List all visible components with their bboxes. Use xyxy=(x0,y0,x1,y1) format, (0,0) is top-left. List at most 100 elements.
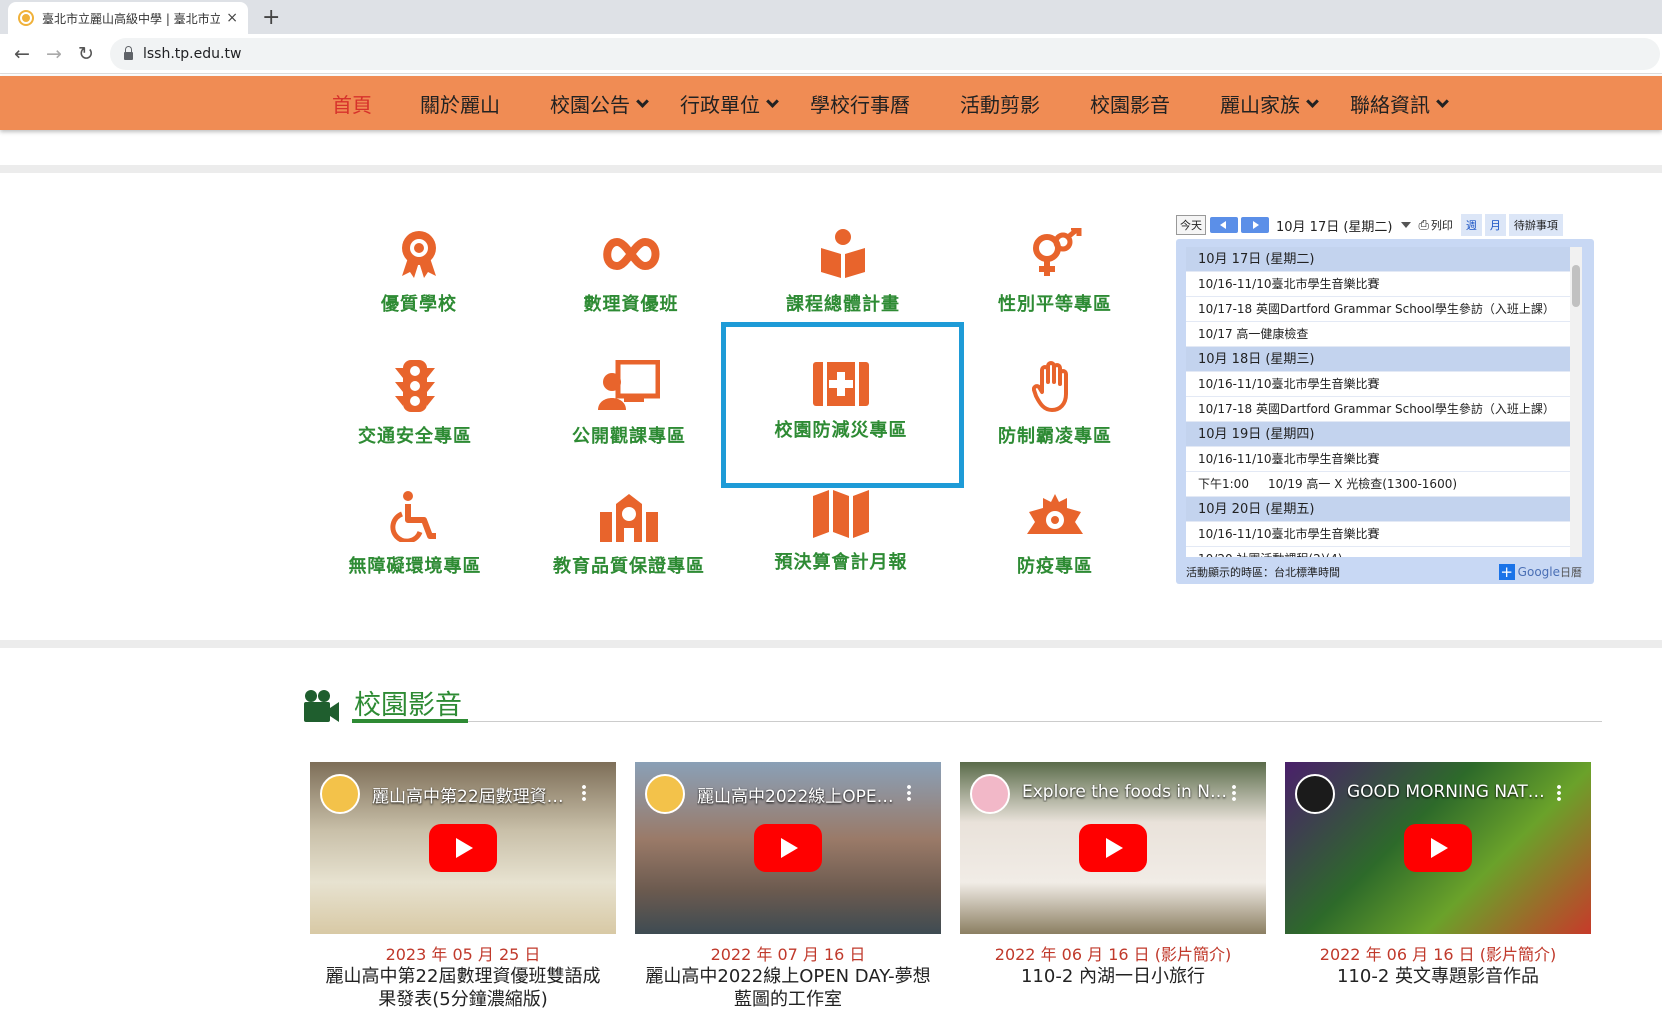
play-button-icon[interactable] xyxy=(1404,824,1472,872)
agenda-event[interactable]: 10/20 社團活動課程(2)(4) xyxy=(1186,547,1570,557)
video-thumbnail[interactable]: 麗山高中2022線上OPEN DAY-夢想藍圖的工作室 xyxy=(635,762,941,934)
video-date: 2023 年 05 月 25 日 xyxy=(385,945,541,964)
tab-month[interactable]: 月 xyxy=(1484,214,1506,236)
quicklink-budget-report[interactable]: 預決算會計月報 xyxy=(746,490,936,574)
quicklink-epidemic-prevention[interactable]: 防疫專區 xyxy=(960,490,1150,578)
back-icon[interactable]: ← xyxy=(8,40,36,68)
video-caption[interactable]: 麗山高中2022線上OPEN DAY-夢想藍圖的工作室 xyxy=(635,965,941,1011)
quicklink-anti-bullying[interactable]: 防制霸凌專區 xyxy=(960,360,1150,448)
nav-family[interactable]: 麗山家族 xyxy=(1220,89,1319,118)
new-tab-icon[interactable]: + xyxy=(262,5,280,30)
address-bar[interactable]: lssh.tp.edu.tw xyxy=(110,38,1660,70)
quicklink-curriculum[interactable]: 課程總體計畫 xyxy=(748,228,938,316)
book-reader-icon xyxy=(821,229,865,278)
quicklink-gender-equality[interactable]: 性別平等專區 xyxy=(960,228,1150,316)
video-thumbnail[interactable]: GOOD MORNING NATURAL ITINERARY xyxy=(1285,762,1591,934)
nav-media[interactable]: 校園影音 xyxy=(1090,89,1170,118)
event-title: 10/19 高一 X 光檢查(1300-1600) xyxy=(1268,477,1458,491)
play-button-icon[interactable] xyxy=(1079,824,1147,872)
section-divider xyxy=(0,165,1662,173)
nav-calendar[interactable]: 學校行事曆 xyxy=(810,89,910,118)
agenda-event[interactable]: 10/17 高一健康檢查 xyxy=(1186,322,1570,347)
date-dropdown-icon[interactable] xyxy=(1400,222,1411,228)
video-caption[interactable]: 110-2 英文專題影音作品 xyxy=(1285,965,1591,988)
prev-arrow-icon[interactable] xyxy=(1210,217,1238,233)
highlight-box xyxy=(721,322,964,488)
agenda-day-header: 10月 20日 (星期五) xyxy=(1186,497,1570,522)
agenda-event[interactable]: 10/17-18 英國Dartford Grammar School學生參訪（入… xyxy=(1186,397,1570,422)
more-options-icon[interactable] xyxy=(907,784,911,802)
play-button-icon[interactable] xyxy=(429,824,497,872)
quicklink-accessibility[interactable]: 無障礙環境專區 xyxy=(320,490,510,578)
nav-activities[interactable]: 活動剪影 xyxy=(960,89,1040,118)
nav-announcements-label: 校園公告 xyxy=(550,93,630,117)
agenda-day-header: 10月 17日 (星期二) xyxy=(1186,247,1570,272)
google-suffix: 日曆 xyxy=(1560,566,1582,579)
event-title: 10/16-11/10臺北市學生音樂比賽 xyxy=(1198,277,1380,291)
agenda-scrollbar[interactable] xyxy=(1570,247,1582,557)
google-calendar-button[interactable]: + Google 日曆 xyxy=(1498,564,1582,580)
today-button[interactable]: 今天 xyxy=(1176,215,1206,235)
nav-home[interactable]: 首頁 xyxy=(332,89,372,118)
award-icon xyxy=(402,231,436,278)
calendar-footer: 活動顯示的時區：台北標準時間 + Google 日曆 xyxy=(1186,563,1582,581)
agenda-day-header: 10月 19日 (星期四) xyxy=(1186,422,1570,447)
google-calendar-widget: 今天 10月 17日 (星期二) ⎙ 列印 週 月 待辦事項 10月 17日 (… xyxy=(1176,212,1594,584)
agenda-event[interactable]: 10/16-11/10臺北市學生音樂比賽 xyxy=(1186,372,1570,397)
nav-about[interactable]: 關於麗山 xyxy=(420,89,500,118)
video-card[interactable]: GOOD MORNING NATURAL ITINERARY 2022 年 06… xyxy=(1285,762,1591,988)
agenda-list[interactable]: 10月 17日 (星期二) 10/16-11/10臺北市學生音樂比賽 10/17-1… xyxy=(1186,247,1570,557)
forward-icon[interactable]: → xyxy=(40,40,68,68)
agenda-event[interactable]: 10/16-11/10臺北市學生音樂比賽 xyxy=(1186,272,1570,297)
video-thumbnail[interactable]: Explore the foods in Neihu xyxy=(960,762,1266,934)
reload-icon[interactable]: ↻ xyxy=(72,40,100,68)
tab-agenda[interactable]: 待辦事項 xyxy=(1508,214,1563,236)
next-arrow-icon[interactable] xyxy=(1241,217,1269,233)
channel-avatar xyxy=(1295,774,1335,814)
agenda-event[interactable]: 下午1:00 10/19 高一 X 光檢查(1300-1600) xyxy=(1186,472,1570,497)
chevron-down-icon xyxy=(1306,94,1319,108)
video-card[interactable]: 麗山高中第22屆數理資優班雙語成果發表(5分鐘濃縮版) 2023 年 05 月 … xyxy=(310,762,616,1011)
quicklink-math-gifted[interactable]: 數理資優班 xyxy=(536,228,726,316)
play-button-icon[interactable] xyxy=(754,824,822,872)
tab-title: 臺北市立麗山高級中學 | 臺北市立麗山高級中學 xyxy=(42,11,221,26)
printer-icon[interactable]: ⎙ xyxy=(1419,218,1429,233)
more-options-icon[interactable] xyxy=(1557,784,1561,802)
quicklink-label: 公開觀課專區 xyxy=(572,426,686,447)
day-label: 10月 18日 (星期三) xyxy=(1198,352,1315,367)
video-caption[interactable]: 麗山高中第22屆數理資優班雙語成果發表(5分鐘濃縮版) xyxy=(310,965,616,1011)
video-caption[interactable]: 110-2 內湖一日小旅行 xyxy=(960,965,1266,988)
browser-tab[interactable]: 臺北市立麗山高級中學 | 臺北市立麗山高級中學 × xyxy=(8,2,248,34)
more-options-icon[interactable] xyxy=(1232,784,1236,802)
event-time: 下午1:00 xyxy=(1198,477,1249,491)
quicklink-education-quality[interactable]: 教育品質保證專區 xyxy=(534,490,724,578)
video-title: GOOD MORNING NATURAL ITINERARY xyxy=(1347,782,1552,802)
quicklink-traffic-safety[interactable]: 交通安全專區 xyxy=(320,360,510,448)
day-label: 10月 19日 (星期四) xyxy=(1198,427,1315,442)
site-navbar: 首頁 關於麗山 校園公告 行政單位 學校行事曆 活動剪影 校園影音 麗山家族 聯… xyxy=(0,76,1662,130)
nav-announcements[interactable]: 校園公告 xyxy=(550,89,649,118)
quicklink-quality-school[interactable]: 優質學校 xyxy=(324,228,514,316)
quicklink-label: 防制霸凌專區 xyxy=(998,426,1112,447)
event-title: 10/16-11/10臺北市學生音樂比賽 xyxy=(1198,452,1380,466)
traffic-light-icon xyxy=(395,360,435,412)
agenda-event[interactable]: 10/17-18 英國Dartford Grammar School學生參訪（入… xyxy=(1186,297,1570,322)
tab-week[interactable]: 週 xyxy=(1460,214,1482,236)
nav-family-label: 麗山家族 xyxy=(1220,93,1300,117)
tab-close-icon[interactable]: × xyxy=(226,10,238,26)
video-card[interactable]: 麗山高中2022線上OPEN DAY-夢想藍圖的工作室 2022 年 07 月 … xyxy=(635,762,941,1011)
chevron-down-icon xyxy=(1436,94,1449,108)
nav-departments[interactable]: 行政單位 xyxy=(680,89,779,118)
agenda-event[interactable]: 10/16-11/10臺北市學生音樂比賽 xyxy=(1186,447,1570,472)
quicklink-label: 性別平等專區 xyxy=(998,294,1112,315)
scrollbar-thumb[interactable] xyxy=(1572,265,1580,307)
more-options-icon[interactable] xyxy=(582,784,586,802)
video-card[interactable]: Explore the foods in Neihu 2022 年 06 月 1… xyxy=(960,762,1266,988)
agenda-event[interactable]: 10/16-11/10臺北市學生音樂比賽 xyxy=(1186,522,1570,547)
video-camera-icon xyxy=(304,690,339,722)
video-thumbnail[interactable]: 麗山高中第22屆數理資優班雙語成果發表(5分鐘濃縮版) xyxy=(310,762,616,934)
quicklink-open-class[interactable]: 公開觀課專區 xyxy=(534,360,724,448)
event-title: 10/16-11/10臺北市學生音樂比賽 xyxy=(1198,377,1380,391)
nav-contact[interactable]: 聯絡資訊 xyxy=(1350,89,1449,118)
print-link[interactable]: 列印 xyxy=(1431,217,1453,233)
